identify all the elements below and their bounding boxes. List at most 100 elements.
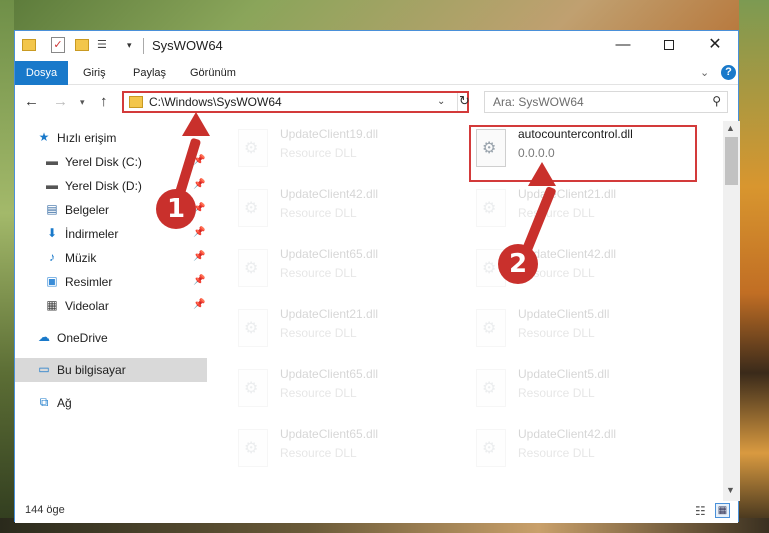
back-button[interactable]: ← xyxy=(24,93,39,110)
drive-icon: ▬ xyxy=(46,154,58,168)
tab-file[interactable]: Dosya xyxy=(15,61,68,85)
file-item[interactable]: UpdateClient5.dll Resource DLL xyxy=(470,361,700,415)
file-name: UpdateClient65.dll xyxy=(280,427,379,441)
vertical-scrollbar[interactable]: ▲ ▼ xyxy=(723,121,740,501)
navigation-bar: ← → ▾ ↑ C:\Windows\SysWOW64 ⌄ ↻ Ara: Sys… xyxy=(15,86,738,118)
file-item[interactable]: UpdateClient5.dll Resource DLL xyxy=(470,301,700,355)
dll-file-icon xyxy=(476,369,506,407)
title-separator xyxy=(143,38,144,54)
sidebar-item-network[interactable]: ⧉ Ağ xyxy=(15,391,207,415)
file-item[interactable]: UpdateClient42.dll Resource DLL xyxy=(470,421,700,475)
file-description: Resource DLL xyxy=(518,446,595,460)
sidebar-item-videos[interactable]: ▦ Videolar 📌 xyxy=(15,294,207,318)
file-description: Resource DLL xyxy=(280,446,357,460)
pin-icon[interactable]: 📌 xyxy=(193,179,205,190)
tiles-view-icon[interactable]: ▦ xyxy=(715,503,730,518)
details-view-icon[interactable]: ☷ xyxy=(695,504,706,518)
callout-arrow-1-head xyxy=(182,112,210,136)
search-icon[interactable]: ⚲ xyxy=(712,94,721,108)
status-bar: 144 öge ☷ ▦ xyxy=(15,501,738,523)
file-item[interactable]: UpdateClient21.dll Resource DLL xyxy=(470,181,700,235)
file-item[interactable]: UpdateClient65.dll Resource DLL xyxy=(232,361,462,415)
file-name: UpdateClient5.dll xyxy=(518,367,610,381)
file-item[interactable]: UpdateClient19.dll Resource DLL xyxy=(232,121,462,175)
file-name: UpdateClient21.dll xyxy=(518,187,617,201)
tab-share[interactable]: Paylaş xyxy=(133,61,166,85)
maximize-icon xyxy=(664,40,674,51)
folder-icon[interactable] xyxy=(22,39,36,51)
properties-check-icon[interactable]: ✓ xyxy=(51,37,65,53)
dll-file-icon xyxy=(238,249,268,287)
file-item[interactable]: UpdateClient65.dll Resource DLL xyxy=(232,241,462,295)
up-button[interactable]: ↑ xyxy=(100,93,108,110)
dll-file-icon xyxy=(476,189,506,227)
recent-locations-icon[interactable]: ▾ xyxy=(80,97,85,108)
cloud-icon: ☁ xyxy=(38,330,50,344)
forward-button[interactable]: → xyxy=(53,93,68,110)
dll-file-icon xyxy=(238,129,268,167)
document-icon: ▤ xyxy=(46,202,58,216)
search-placeholder: Ara: SysWOW64 xyxy=(493,95,584,109)
file-description: Resource DLL xyxy=(280,206,357,220)
window-title: SysWOW64 xyxy=(152,38,223,53)
customize-toolbar-icon[interactable]: ☰ xyxy=(97,38,113,52)
expand-ribbon-icon[interactable]: ⌄ xyxy=(700,66,709,79)
maximize-button[interactable] xyxy=(646,31,692,61)
file-item[interactable]: UpdateClient65.dll Resource DLL xyxy=(232,421,462,475)
file-name: UpdateClient21.dll xyxy=(280,307,379,321)
pin-icon[interactable]: 📌 xyxy=(193,299,205,310)
folder-icon xyxy=(129,96,143,108)
videos-icon: ▦ xyxy=(46,298,58,312)
file-name: UpdateClient42.dll xyxy=(280,187,379,201)
file-name: UpdateClient65.dll xyxy=(280,367,379,381)
download-icon: ⬇ xyxy=(46,226,58,240)
dll-file-icon xyxy=(238,369,268,407)
close-button[interactable]: ✕ xyxy=(692,31,738,61)
callout-arrow-2-head xyxy=(528,162,556,186)
file-name: UpdateClient65.dll xyxy=(280,247,379,261)
network-icon: ⧉ xyxy=(39,395,49,409)
file-item[interactable]: UpdateClient42.dll Resource DLL xyxy=(232,181,462,235)
sidebar-item-quick-access[interactable]: ★ Hızlı erişim xyxy=(15,126,207,150)
pin-icon[interactable]: 📌 xyxy=(193,275,205,286)
scroll-up-icon[interactable]: ▲ xyxy=(726,123,735,133)
dll-file-icon xyxy=(476,309,506,347)
refresh-button[interactable]: ↻ xyxy=(457,93,471,111)
desktop-wallpaper-left xyxy=(0,0,14,533)
music-icon: ♪ xyxy=(49,250,55,264)
item-count: 144 öge xyxy=(25,504,65,516)
sidebar-item-local-disk-c[interactable]: ▬ Yerel Disk (C:) 📌 xyxy=(15,150,207,174)
tab-view[interactable]: Görünüm xyxy=(190,61,236,85)
file-description: Resource DLL xyxy=(280,146,357,160)
dll-file-icon xyxy=(238,429,268,467)
sidebar-item-onedrive[interactable]: ☁ OneDrive xyxy=(15,326,207,350)
step-badge-2: 2 xyxy=(498,244,538,284)
dll-file-icon xyxy=(238,189,268,227)
file-name: UpdateClient5.dll xyxy=(518,307,610,321)
file-description: Resource DLL xyxy=(280,266,357,280)
new-folder-icon[interactable] xyxy=(75,39,89,51)
file-highlight-box xyxy=(469,125,697,182)
scroll-thumb[interactable] xyxy=(725,137,738,185)
pin-icon[interactable]: 📌 xyxy=(193,227,205,238)
sidebar-item-this-pc[interactable]: ▭ Bu bilgisayar xyxy=(15,358,207,382)
file-description: Resource DLL xyxy=(280,386,357,400)
address-dropdown-icon[interactable]: ⌄ xyxy=(437,96,445,107)
address-bar[interactable]: C:\Windows\SysWOW64 ⌄ ↻ xyxy=(122,91,471,113)
sidebar-item-music[interactable]: ♪ Müzik 📌 xyxy=(15,246,207,270)
address-path[interactable]: C:\Windows\SysWOW64 xyxy=(149,95,282,109)
minimize-button[interactable]: — xyxy=(600,31,646,61)
tab-home[interactable]: Giriş xyxy=(83,61,106,85)
search-input[interactable]: Ara: SysWOW64 ⚲ xyxy=(484,91,728,113)
file-description: Resource DLL xyxy=(518,206,595,220)
file-item[interactable]: UpdateClient21.dll Resource DLL xyxy=(232,301,462,355)
scroll-down-icon[interactable]: ▼ xyxy=(726,485,735,495)
title-bar: ✓ ☰ ▾ SysWOW64 — ✕ xyxy=(15,31,738,61)
quick-access-dropdown-icon[interactable]: ▾ xyxy=(127,40,132,56)
pin-icon[interactable]: 📌 xyxy=(193,251,205,262)
pictures-icon: ▣ xyxy=(46,274,58,288)
sidebar-item-pictures[interactable]: ▣ Resimler 📌 xyxy=(15,270,207,294)
help-icon[interactable]: ? xyxy=(721,65,736,80)
file-description: Resource DLL xyxy=(518,386,595,400)
dll-file-icon xyxy=(238,309,268,347)
